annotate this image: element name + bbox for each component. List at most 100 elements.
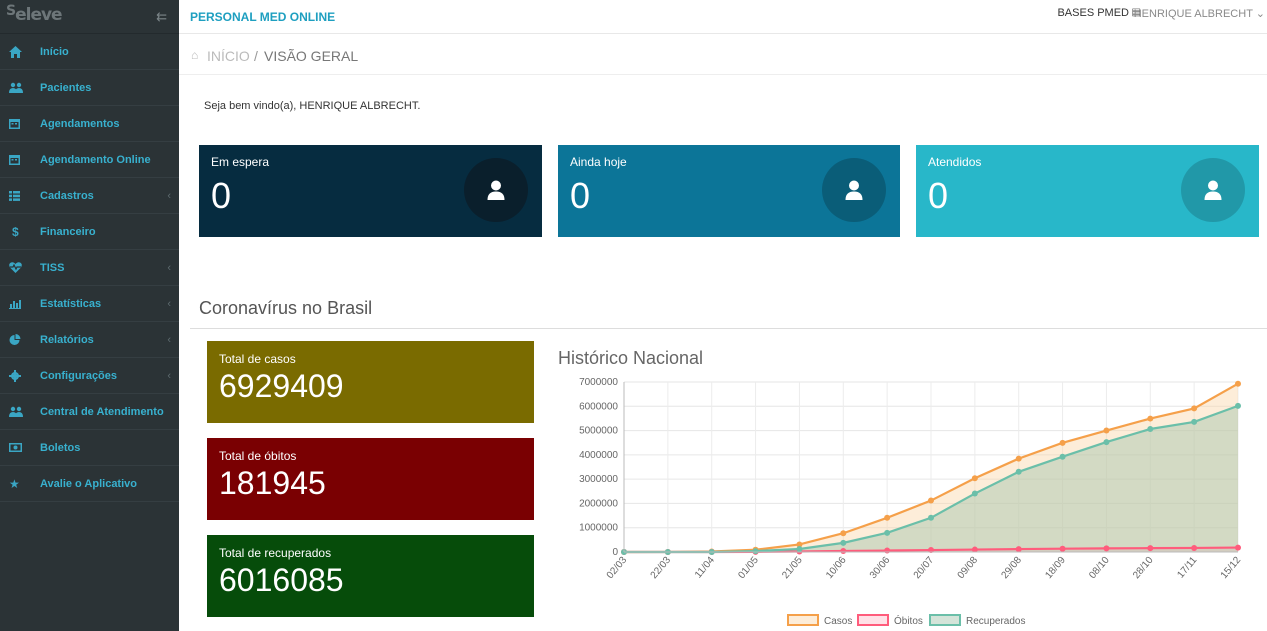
user-icon (822, 158, 886, 222)
data-point (1015, 546, 1022, 553)
sidebar-item-central-de-atendimento[interactable]: Central de Atendimento (0, 394, 179, 430)
data-point (971, 475, 978, 482)
sidebar-item-pacientes[interactable]: Pacientes (0, 70, 179, 106)
data-point (1191, 405, 1198, 412)
sidebar-item-inicio[interactable]: Início (0, 34, 179, 70)
home-icon[interactable]: ⌂ (191, 48, 198, 62)
y-tick-label: 0 (612, 547, 618, 558)
x-tick-label: 21/05 (780, 555, 805, 582)
historico-chart: 0 1000000 2000000 3000000 4000000 5000000 6000… (579, 377, 1244, 627)
user-menu[interactable]: HENRIQUE ALBRECHT ⌄ (1134, 7, 1265, 20)
sidebar-item-label: Pacientes (40, 81, 92, 94)
sidebar-item-relatorios[interactable]: Relatórios ‹ (0, 322, 179, 358)
y-tick-label: 1000000 (579, 523, 618, 534)
data-point (752, 548, 759, 555)
data-point (884, 514, 891, 521)
sidebar-item-agendamento-online[interactable]: Agendamento Online (0, 142, 179, 178)
star-icon: ★ (9, 476, 20, 491)
breadcrumb-current: VISÃO GERAL (264, 48, 359, 64)
x-tick-label: 30/06 (868, 555, 893, 582)
y-tick-label: 4000000 (579, 450, 618, 461)
sidebar-item-label: Estatísticas (40, 297, 102, 310)
chevron-left-icon: ‹ (167, 370, 171, 382)
sidebar-item-label: Início (40, 45, 69, 58)
x-tick-label: 28/10 (1131, 555, 1156, 582)
data-point (1191, 418, 1198, 425)
sidebar-item-financeiro[interactable]: $ Financeiro (0, 214, 179, 250)
chart-title: Histórico Nacional (558, 348, 704, 368)
sidebar-item-label: Agendamentos (40, 117, 120, 130)
covid-section-title: Coronavírus no Brasil (199, 298, 373, 318)
user-name: HENRIQUE ALBRECHT (1133, 8, 1253, 20)
sidebar-item-tiss[interactable]: TISS ‹ (0, 250, 179, 286)
data-point (884, 529, 891, 536)
y-tick-label: 6000000 (579, 401, 618, 412)
x-tick-label: 09/08 (956, 555, 981, 582)
breadcrumb-home[interactable]: INÍCIO (207, 48, 250, 64)
legend-label: Recuperados (966, 616, 1025, 627)
sidebar-item-cadastros[interactable]: Cadastros ‹ (0, 178, 179, 214)
brand-title[interactable]: PERSONAL MED ONLINE (190, 10, 335, 24)
stat-card-today[interactable]: Ainda hoje 0 (558, 145, 900, 237)
pie-chart-icon (0, 333, 40, 346)
covid-total-cases: Total de casos 6929409 (207, 341, 534, 423)
data-point (1147, 426, 1154, 433)
sidebar-item-label: Avalie o Aplicativo (40, 477, 137, 490)
x-tick-label: 20/07 (912, 555, 937, 582)
calendar-icon (0, 118, 40, 129)
legend-swatch (929, 614, 961, 626)
x-tick-label: 17/11 (1175, 555, 1199, 581)
data-point (1147, 545, 1154, 552)
list-icon (0, 190, 40, 201)
recovered-value: 6016085 (219, 562, 344, 598)
users-icon (0, 82, 40, 93)
legend-swatch (787, 614, 819, 626)
x-tick-label: 02/03 (605, 555, 630, 582)
sidebar-item-boletos[interactable]: Boletos (0, 430, 179, 466)
gear-icon (0, 369, 40, 382)
data-point (928, 514, 934, 521)
data-point (884, 547, 891, 554)
data-point (1015, 468, 1022, 475)
data-point (840, 548, 847, 555)
sidebar-menu: Início Pacientes Agendamentos Agendamento O… (0, 34, 179, 502)
calendar-icon (0, 154, 40, 165)
logo: Seleve (6, 3, 63, 25)
sidebar-item-label: TISS (40, 261, 65, 274)
data-point (928, 497, 934, 504)
breadcrumb-separator: / (254, 48, 258, 64)
y-tick-label: 3000000 (579, 474, 618, 485)
sidebar-item-label: Financeiro (40, 225, 96, 238)
data-point (1235, 402, 1241, 409)
x-tick-label: 22/03 (649, 555, 674, 582)
user-icon (1181, 158, 1245, 222)
x-tick-label: 08/10 (1087, 555, 1112, 582)
data-point (971, 490, 978, 497)
chevron-down-icon: ⌄ (1255, 8, 1265, 20)
data-point (1103, 427, 1110, 434)
x-tick-label: 29/08 (999, 555, 1024, 582)
money-icon (0, 443, 40, 452)
stat-value: 0 (211, 175, 232, 216)
sidebar-item-configuracoes[interactable]: Configurações ‹ (0, 358, 179, 394)
sidebar-item-label: Boletos (40, 441, 81, 454)
data-point (1015, 455, 1022, 462)
data-point (840, 539, 847, 546)
sidebar-item-label: Configurações (40, 369, 118, 382)
stat-card-waiting[interactable]: Em espera 0 (199, 145, 542, 237)
stat-card-attended[interactable]: Atendidos 0 (916, 145, 1259, 237)
legend-swatch (857, 614, 889, 626)
cases-value: 6929409 (219, 368, 344, 404)
sidebar-collapse-icon[interactable]: ⇇ (156, 9, 167, 25)
x-tick-label: 10/06 (824, 555, 849, 582)
sidebar-item-agendamentos[interactable]: Agendamentos (0, 106, 179, 142)
covid-total-deaths: Total de óbitos 181945 (207, 438, 534, 520)
data-point (1235, 544, 1241, 551)
bar-chart-icon (0, 299, 40, 309)
bases-selector[interactable]: BASES PMED (1057, 7, 1129, 19)
y-tick-label: 5000000 (579, 426, 618, 437)
data-point (1147, 415, 1154, 422)
sidebar-item-estatisticas[interactable]: Estatísticas ‹ (0, 286, 179, 322)
data-point (796, 546, 803, 553)
sidebar-item-avalie-o-aplicativo[interactable]: ★ Avalie o Aplicativo (0, 466, 179, 502)
